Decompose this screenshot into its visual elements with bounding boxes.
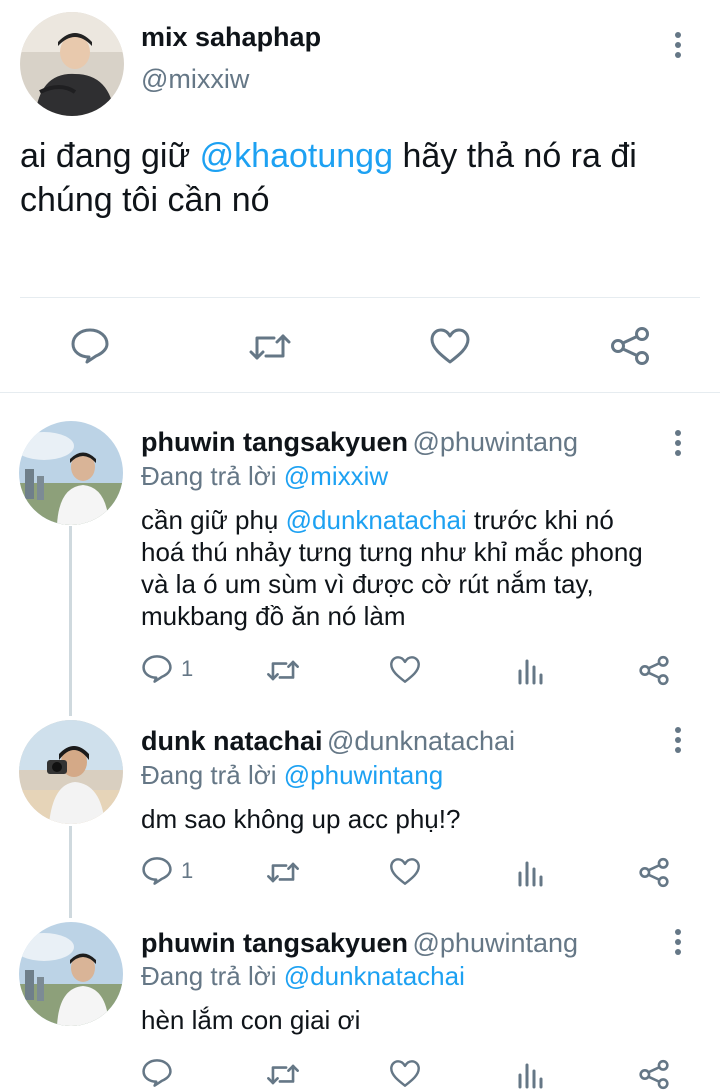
mention-link[interactable]: @dunknatachai: [284, 961, 465, 991]
reply-button[interactable]: [141, 1058, 181, 1088]
replying-to: Đang trả lời @dunknatachai: [141, 961, 465, 992]
analytics-icon: [518, 1063, 543, 1089]
retweet-button[interactable]: [248, 330, 292, 369]
author-name[interactable]: dunk natachai: [141, 726, 323, 756]
mention-link[interactable]: @mixxiw: [284, 461, 388, 491]
retweet-icon: [267, 1064, 299, 1085]
retweet-icon: [249, 334, 291, 360]
retweet-button[interactable]: [266, 1061, 300, 1088]
thread-line: [69, 526, 72, 716]
like-button[interactable]: [389, 655, 421, 684]
retweet-icon: [267, 660, 299, 681]
like-button[interactable]: [429, 327, 471, 370]
reply-text-part: trước khi nó: [466, 505, 614, 535]
author-name[interactable]: phuwin tangsakyuen: [141, 928, 408, 958]
author-name[interactable]: phuwin tangsakyuen: [141, 427, 408, 457]
avatar-image: [19, 922, 123, 1026]
reply-text: hèn lắm con giai ơi: [141, 1005, 361, 1035]
analytics-button[interactable]: [517, 859, 545, 887]
share-icon: [639, 1059, 669, 1090]
reply-icon: [71, 328, 109, 364]
analytics-button[interactable]: [517, 1061, 545, 1089]
divider: [20, 297, 700, 298]
replying-label: Đang trả lời: [141, 760, 284, 790]
tweet-text-part: ai đang giữ: [20, 137, 200, 175]
replying-to: Đang trả lời @phuwintang: [141, 760, 443, 791]
replying-label: Đang trả lời: [141, 961, 284, 991]
mention-link[interactable]: @phuwintang: [284, 760, 443, 790]
retweet-icon: [267, 862, 299, 883]
avatar-image: [19, 720, 123, 824]
avatar[interactable]: [19, 421, 123, 525]
tweet-text: ai đang giữ @khaotungg hãy thả nó ra đi …: [20, 134, 700, 222]
like-icon: [390, 858, 420, 885]
avatar[interactable]: [19, 922, 123, 1026]
reply-button[interactable]: [70, 327, 110, 370]
analytics-button[interactable]: [517, 657, 545, 685]
share-button[interactable]: [638, 655, 670, 686]
share-button[interactable]: [609, 326, 651, 371]
reply-header[interactable]: phuwin tangsakyuen @phuwintang: [141, 427, 578, 458]
reply-icon: [142, 857, 172, 885]
like-icon: [390, 1060, 420, 1087]
avatar[interactable]: [19, 720, 123, 824]
reply-text: dm sao không up acc phụ!?: [141, 804, 461, 834]
share-button[interactable]: [638, 1059, 670, 1090]
more-options-icon[interactable]: [674, 727, 682, 753]
reply-text-part: cần giữ phụ: [141, 505, 286, 535]
share-button[interactable]: [638, 857, 670, 888]
analytics-icon: [518, 861, 543, 887]
share-icon: [639, 655, 669, 686]
reply-button[interactable]: 1: [141, 654, 193, 684]
avatar-image: [20, 12, 124, 116]
like-button[interactable]: [389, 1059, 421, 1088]
author-handle[interactable]: @mixxiw: [141, 64, 249, 95]
retweet-button[interactable]: [266, 859, 300, 886]
author-handle[interactable]: @phuwintang: [413, 928, 579, 958]
replying-label: Đang trả lời: [141, 461, 284, 491]
reply-text-line: và la ó um sùm vì được cờ rút nắm tay,: [141, 569, 594, 599]
reply-header[interactable]: phuwin tangsakyuen @phuwintang: [141, 928, 578, 959]
more-options-icon[interactable]: [674, 430, 682, 456]
reply-text-line: hoá thú nhảy tưng tưng như khỉ mắc phong: [141, 537, 643, 567]
reply-text-line: mukbang đồ ăn nó làm: [141, 601, 406, 631]
reply-button[interactable]: 1: [141, 856, 193, 886]
like-icon: [390, 656, 420, 683]
thread-line: [69, 826, 72, 918]
retweet-button[interactable]: [266, 657, 300, 684]
avatar-image: [19, 421, 123, 525]
mention-link[interactable]: @dunknatachai: [286, 505, 467, 535]
section-divider: [0, 392, 720, 393]
tweet-text-part: hãy thả nó ra đi: [393, 137, 637, 175]
author-handle[interactable]: @phuwintang: [413, 427, 579, 457]
share-icon: [639, 857, 669, 888]
reply-header[interactable]: dunk natachai @dunknatachai: [141, 726, 515, 757]
reply-text: cần giữ phụ @dunknatachai trước khi nó h…: [141, 504, 701, 632]
avatar[interactable]: [20, 12, 124, 116]
like-icon: [430, 328, 470, 364]
author-name[interactable]: mix sahaphap: [141, 22, 321, 53]
reply-icon: [142, 1059, 172, 1087]
analytics-icon: [518, 659, 543, 685]
reply-count: 1: [181, 858, 194, 883]
more-options-icon[interactable]: [674, 929, 682, 955]
reply-icon: [142, 655, 172, 683]
mention-link[interactable]: @khaotungg: [200, 137, 393, 175]
share-icon: [611, 327, 649, 365]
author-handle[interactable]: @dunknatachai: [327, 726, 515, 756]
more-options-icon[interactable]: [674, 32, 682, 58]
reply-count: 1: [181, 656, 194, 681]
replying-to: Đang trả lời @mixxiw: [141, 461, 388, 492]
like-button[interactable]: [389, 857, 421, 886]
tweet-text-line: chúng tôi cần nó: [20, 181, 270, 219]
